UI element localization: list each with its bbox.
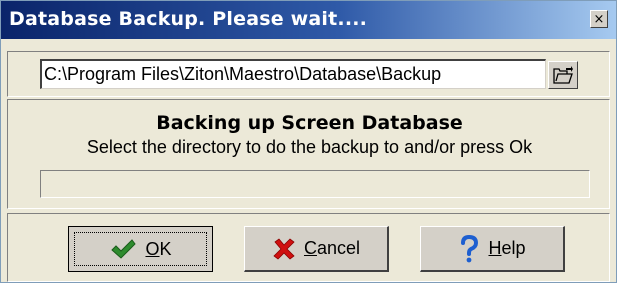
backup-path-field[interactable] <box>40 59 546 89</box>
ok-label: OK <box>145 238 172 259</box>
progress-bar <box>40 170 590 198</box>
close-icon: × <box>593 11 605 27</box>
checkmark-icon <box>109 237 137 261</box>
close-button[interactable]: × <box>590 10 608 28</box>
backup-dialog: Database Backup. Please wait.... × Backi… <box>0 0 617 283</box>
status-panel: Backing up Screen Database Select the di… <box>7 99 610 209</box>
help-button[interactable]: Help <box>420 226 565 272</box>
question-mark-icon <box>458 234 480 263</box>
title-bar[interactable]: Database Backup. Please wait.... × <box>1 1 616 39</box>
browse-folder-button[interactable] <box>548 61 578 89</box>
help-label: Help <box>488 238 526 258</box>
dialog-title: Database Backup. Please wait.... <box>9 8 368 30</box>
open-folder-icon <box>553 66 573 84</box>
ok-button[interactable]: OK <box>68 226 213 272</box>
cancel-label: Cancel <box>303 238 361 258</box>
status-heading: Backing up Screen Database <box>156 112 463 134</box>
red-x-icon <box>272 237 296 261</box>
button-panel: OK Cancel Help <box>7 213 610 282</box>
status-message: Select the directory to do the backup to… <box>86 137 533 157</box>
path-panel <box>7 51 610 97</box>
cancel-button[interactable]: Cancel <box>244 226 389 272</box>
